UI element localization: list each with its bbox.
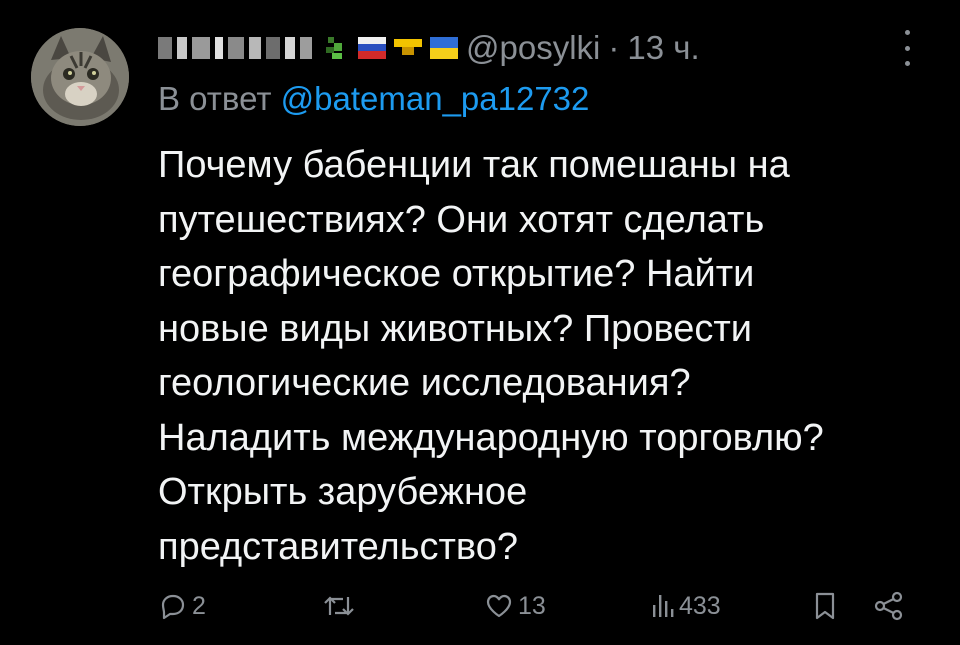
tweet-time[interactable]: 13 ч.: [627, 29, 699, 67]
reply-mention-link[interactable]: @bateman_pa12732: [281, 80, 590, 117]
retweet-icon: [324, 596, 354, 616]
flag-yellow-icon: [394, 39, 422, 55]
tweet-line: географическое открытие? Найти: [158, 253, 755, 295]
share-button[interactable]: [873, 591, 905, 621]
bookmark-button[interactable]: [812, 591, 838, 621]
emoji-flags: [322, 37, 458, 59]
flag-russia-icon: [358, 37, 386, 59]
reply-button[interactable]: 2: [158, 591, 206, 621]
tweet-text: Почему бабенции так помешаны на путешест…: [158, 138, 938, 574]
views-icon: [653, 595, 674, 617]
reply-prefix: В ответ: [158, 80, 272, 117]
bookmark-icon: [815, 592, 835, 620]
tweet-actions: 2 13 433: [0, 583, 960, 631]
avatar-cat-image: [31, 28, 129, 126]
green-emoji-icon: [326, 37, 342, 59]
heart-icon: [486, 594, 512, 618]
display-name-censored[interactable]: [158, 37, 312, 59]
tweet-line: новые виды животных? Провести: [158, 307, 752, 350]
reply-count: 2: [192, 591, 206, 620]
reply-icon: [161, 594, 185, 620]
avatar[interactable]: [31, 28, 129, 126]
tweet-line: представительство?: [158, 525, 518, 568]
share-icon: [874, 591, 903, 621]
tweet-line: Наладить международную торговлю?: [158, 416, 824, 459]
tweet-line: Почему бабенции так помешаны на: [158, 144, 790, 186]
reply-context: В ответ @bateman_pa12732: [158, 80, 589, 118]
tweet-line: геологические исследования?: [158, 362, 691, 404]
separator-dot: ·: [608, 29, 620, 66]
tweet-line: путешествиях? Они хотят сделать: [158, 198, 765, 241]
views-count: 433: [679, 591, 721, 620]
views-button[interactable]: 433: [651, 591, 721, 621]
more-options-icon[interactable]: [895, 30, 919, 66]
tweet-line: Открыть зарубежное: [158, 471, 528, 513]
like-count: 13: [518, 591, 546, 620]
user-handle[interactable]: @posylki: [466, 29, 600, 67]
tweet-header: @posylki · 13 ч.: [158, 24, 700, 72]
retweet-button[interactable]: [322, 591, 356, 621]
like-button[interactable]: 13: [484, 591, 546, 621]
flag-ukraine-icon: [430, 37, 458, 59]
